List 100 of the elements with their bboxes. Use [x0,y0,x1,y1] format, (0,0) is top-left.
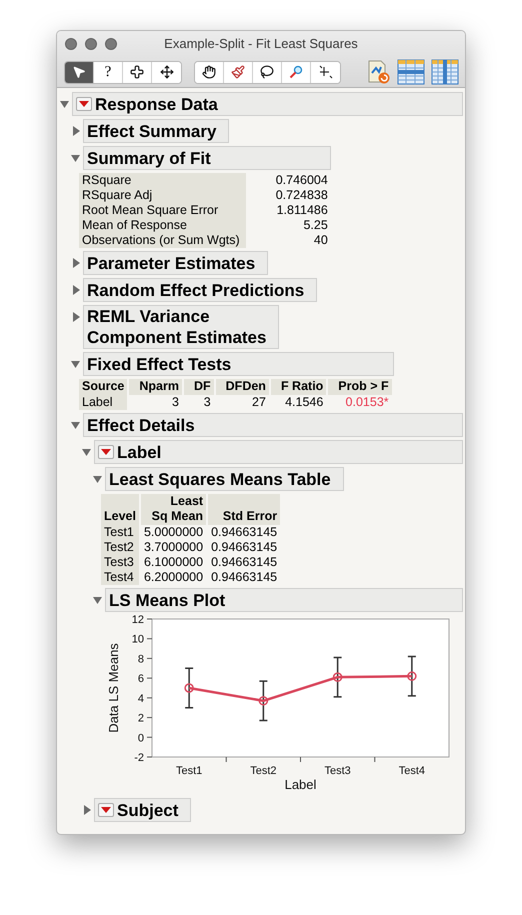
triangle-icon [71,359,81,369]
section-title: Summary of Fit [87,148,211,168]
triangle-icon [71,312,81,322]
section-header[interactable]: LS Means Plot [105,588,463,612]
move-icon [160,65,174,79]
column-header: Std Error [208,494,280,525]
cross-icon [130,65,144,79]
mean-marker [407,671,417,681]
table-rows-icon[interactable] [397,59,425,85]
section-header[interactable]: Summary of Fit [83,146,331,170]
table-cell-text: 0.94663145 [210,570,278,585]
triangle-icon [93,595,103,605]
section-header[interactable]: Least Squares Means Table [105,467,344,491]
y-tick-label: -2 [134,752,144,764]
table-value: 1.811486 [276,203,329,218]
hand-icon [202,65,216,79]
pointer-icon [72,65,86,79]
table-value: 5.25 [302,218,329,233]
table-cell-text: 0.94663145 [210,555,278,570]
zoom-button[interactable] [105,38,117,50]
row-label: RSquare Adj [79,188,246,203]
row-label: Test3 [101,555,139,570]
menu-button[interactable] [98,445,114,459]
table-cell-text: 0.0153* [344,395,390,410]
table-columns-icon[interactable] [431,59,459,85]
section-title: Random Effect Predictions [87,280,304,300]
table-cell-text: 6.2000000 [142,570,204,585]
y-tick-label: 12 [132,615,144,626]
y-tick-label: 8 [138,653,144,666]
row-label: Label [79,395,128,410]
section-title: Label [117,442,162,462]
section-header[interactable]: Label [94,440,463,464]
error-bar [332,656,342,698]
section-title: LS Means Plot [109,590,226,610]
row-label: Observations (or Sum Wgts) [79,233,246,248]
tool-button[interactable] [195,62,224,82]
y-tick-label: 2 [138,712,144,725]
section-title: Fixed Effect Tests [87,354,232,374]
table-cell-text: 6.1000000 [142,555,204,570]
lasso-icon [260,65,274,79]
x-tick-label: Test4 [398,765,426,777]
table-cell-text: 0.94663145 [210,540,278,555]
error-bar [258,680,268,722]
triangle-icon [71,258,81,268]
brush-icon [231,65,245,79]
table-cell-text: 3 [171,395,180,410]
table-cell-text: 27 [251,395,267,410]
triangle-icon [71,420,81,430]
column-header: DFDen [216,379,269,395]
x-axis-title: Label [284,777,316,792]
menu-button[interactable] [98,803,114,817]
row-label: Test2 [101,540,139,555]
x-tick-label: Test3 [324,765,351,777]
column-header: F Ratio [270,379,326,395]
section-title: Parameter Estimates [87,252,256,274]
column-header: Nparm [129,379,182,395]
section-title: Subject [117,800,178,820]
section-header[interactable]: Parameter Estimates [83,251,268,275]
close-button[interactable] [65,38,77,50]
mean-marker [184,683,194,693]
triangle-icon [71,153,81,163]
y-tick-label: 6 [138,673,144,686]
error-bar [184,668,194,708]
triangle-icon [93,474,103,484]
row-label: Mean of Response [79,218,246,233]
column-header: Least Sq Mean [140,494,206,525]
table-cell-text: 5.0000000 [142,525,204,540]
triangle-icon [71,126,81,136]
tool-button[interactable] [65,62,94,82]
minimize-button[interactable] [85,38,97,50]
section-header[interactable]: Fixed Effect Tests [83,352,394,376]
column-header: Level [101,494,139,525]
y-axis-title: Data LS Means [106,643,121,733]
mean-marker [332,672,342,682]
table-value: 0.724838 [274,188,329,203]
row-label: Test4 [101,570,139,585]
table-value: 40 [312,233,329,248]
x-tick-label: Test1 [176,765,202,777]
row-label: RSquare [79,173,246,188]
section-header[interactable]: Effect Details [83,413,463,437]
section-header[interactable]: Random Effect Predictions [83,278,318,302]
y-tick-label: 4 [138,692,144,705]
menu-button[interactable] [76,97,92,111]
section-title: Least Squares Means Table [109,468,331,490]
table-cell-text: 3.7000000 [142,540,204,555]
triangle-icon [71,285,81,295]
y-tick-label: 0 [138,732,144,744]
section-title: Effect Summary [87,120,216,142]
section-header[interactable]: Effect Summary [83,119,230,143]
column-header: Prob > F [328,379,392,395]
section-title: Effect Details [87,414,195,436]
window-title: Example-Split - Fit Least Squares [164,35,358,54]
x-tick-label: Test2 [250,765,277,777]
table-cell-text: 0.94663145 [210,525,278,540]
row-label: Test1 [101,525,139,540]
section-header[interactable]: Subject [94,798,192,822]
mean-marker [258,696,268,706]
magnifier-icon [289,65,303,79]
section-header[interactable]: Response Data [72,92,463,116]
table-cell-text: 4.1546 [284,395,324,410]
